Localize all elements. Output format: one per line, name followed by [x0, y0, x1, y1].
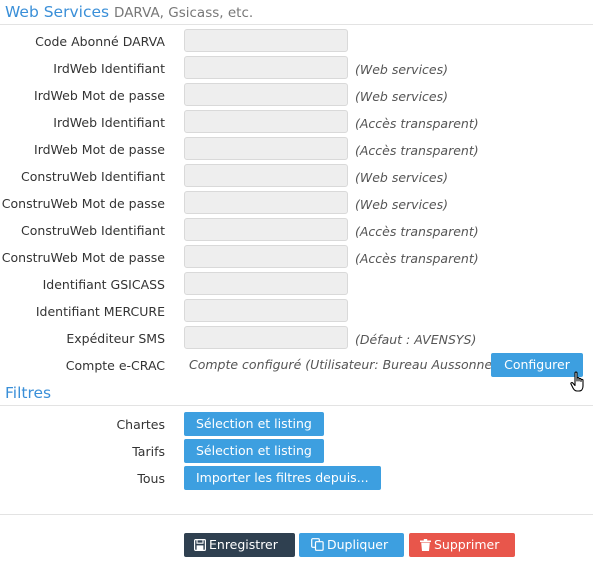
construweb-password-ws-input[interactable] — [184, 191, 348, 214]
field-note: (Web services) — [355, 62, 448, 77]
field-label-irdweb-password-ws: IrdWeb Mot de passe — [34, 88, 165, 103]
field-label-code-abonne-darva: Code Abonné DARVA — [35, 34, 165, 49]
field-label-compte-ecrac: Compte e-CRAC — [65, 358, 165, 373]
delete-button[interactable]: Supprimer — [409, 533, 515, 557]
irdweb-identifiant-at-input[interactable] — [184, 110, 348, 133]
floppy-disk-icon — [194, 539, 207, 552]
field-note: (Accès transparent) — [355, 143, 479, 158]
tarifs-selection-button[interactable]: Sélection et listing — [184, 439, 324, 463]
footer-divider — [0, 514, 593, 515]
filter-label-tarifs: Tarifs — [132, 444, 165, 459]
section-divider — [0, 405, 593, 406]
irdweb-password-ws-input[interactable] — [184, 83, 348, 106]
field-note: (Accès transparent) — [355, 224, 479, 239]
field-note: (Accès transparent) — [355, 251, 479, 266]
delete-button-label: Supprimer — [434, 537, 500, 552]
field-label-irdweb-password-at: IrdWeb Mot de passe — [34, 142, 165, 157]
construweb-password-at-input[interactable] — [184, 245, 348, 268]
field-note: (Accès transparent) — [355, 116, 479, 131]
hand-cursor-icon — [570, 371, 584, 392]
duplicate-button-label: Dupliquer — [327, 537, 389, 552]
code-abonne-darva-input[interactable] — [184, 29, 348, 52]
irdweb-password-at-input[interactable] — [184, 137, 348, 160]
field-label-identifiant-gsicass: Identifiant GSICASS — [42, 277, 165, 292]
copy-icon — [311, 538, 324, 551]
web-services-section-title: Web Services DARVA, Gsicass, etc. — [5, 3, 253, 21]
web-services-title: Web Services — [5, 3, 110, 21]
filtres-section-title: Filtres — [5, 384, 51, 402]
field-label-irdweb-identifiant-ws: IrdWeb Identifiant — [53, 61, 165, 76]
expediteur-sms-input[interactable] — [184, 326, 348, 349]
field-label-identifiant-mercure: Identifiant MERCURE — [35, 304, 165, 319]
web-services-subtitle: DARVA, Gsicass, etc. — [114, 5, 254, 21]
field-label-construweb-password-ws: ConstruWeb Mot de passe — [1, 196, 165, 211]
field-label-irdweb-identifiant-at: IrdWeb Identifiant — [53, 115, 165, 130]
save-button-label: Enregistrer — [209, 537, 278, 552]
field-label-construweb-identifiant-at: ConstruWeb Identifiant — [21, 223, 165, 238]
duplicate-button[interactable]: Dupliquer — [299, 533, 404, 557]
field-note: (Web services) — [355, 89, 448, 104]
filter-label-tous: Tous — [137, 471, 165, 486]
chartes-selection-button[interactable]: Sélection et listing — [184, 412, 324, 436]
import-filters-button[interactable]: Importer les filtres depuis... — [184, 466, 381, 490]
irdweb-identifiant-ws-input[interactable] — [184, 56, 348, 79]
ecrac-status: Compte configuré (Utilisateur: Bureau Au… — [189, 357, 498, 372]
field-note: (Défaut : AVENSYS) — [355, 332, 477, 347]
field-label-expediteur-sms: Expéditeur SMS — [66, 331, 165, 346]
save-button[interactable]: Enregistrer — [184, 533, 295, 557]
filter-label-chartes: Chartes — [116, 417, 165, 432]
filtres-title: Filtres — [5, 384, 52, 402]
field-label-construweb-identifiant-ws: ConstruWeb Identifiant — [21, 169, 165, 184]
construweb-identifiant-ws-input[interactable] — [184, 164, 348, 187]
construweb-identifiant-at-input[interactable] — [184, 218, 348, 241]
identifiant-mercure-input[interactable] — [184, 299, 348, 322]
identifiant-gsicass-input[interactable] — [184, 272, 348, 295]
field-note: (Web services) — [355, 197, 448, 212]
section-divider — [0, 24, 593, 25]
field-label-construweb-password-at: ConstruWeb Mot de passe — [1, 250, 165, 265]
trash-icon — [420, 539, 431, 551]
field-note: (Web services) — [355, 170, 448, 185]
